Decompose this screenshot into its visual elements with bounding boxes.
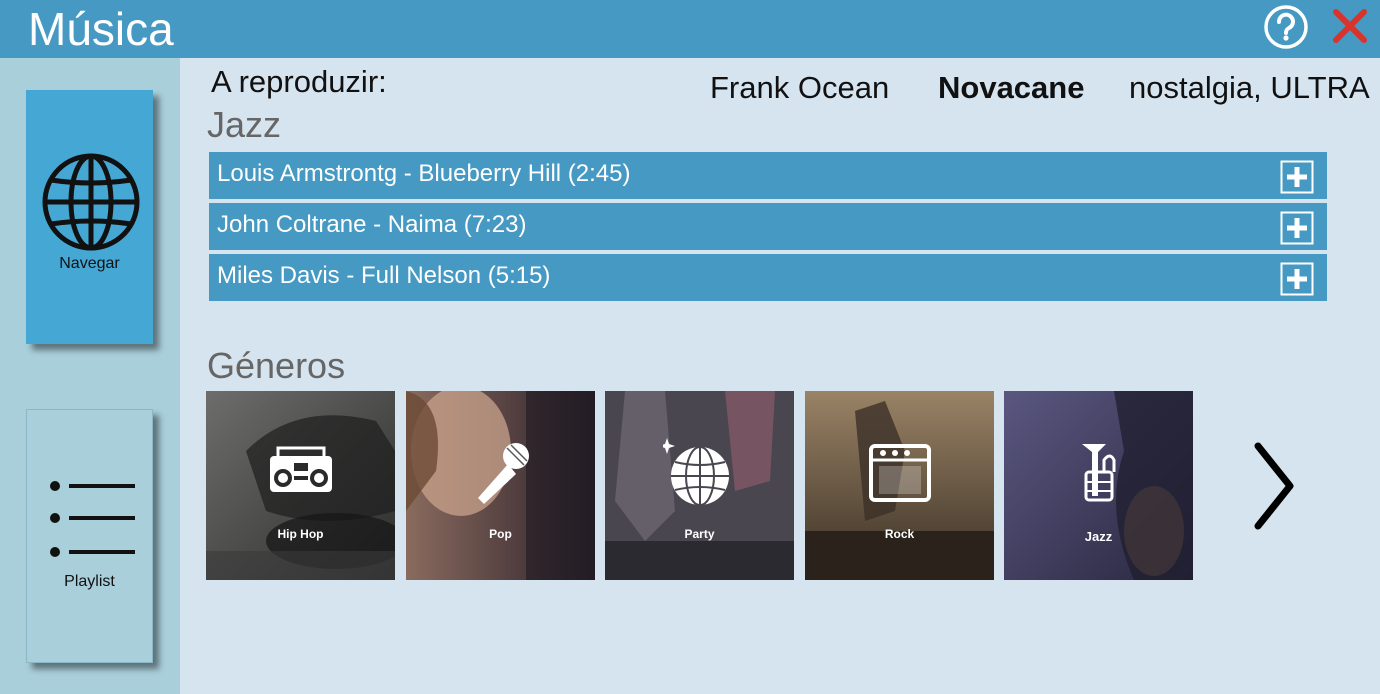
app-title: Música bbox=[28, 3, 174, 55]
add-song-button[interactable] bbox=[1280, 262, 1314, 296]
playlist-button[interactable]: Playlist bbox=[26, 409, 153, 663]
close-icon bbox=[1333, 9, 1367, 43]
song-label: John Coltrane - Naima (7:23) bbox=[217, 211, 527, 238]
chevron-right-icon bbox=[1254, 442, 1294, 530]
genre-tile-hip-hop[interactable]: Hip Hop bbox=[206, 391, 395, 580]
song-label: Louis Armstrontg - Blueberry Hill (2:45) bbox=[217, 160, 631, 187]
add-song-button[interactable] bbox=[1280, 211, 1314, 245]
genres-section-title: Géneros bbox=[207, 345, 346, 386]
saxophone-icon bbox=[1082, 444, 1116, 502]
song-row[interactable]: John Coltrane - Naima (7:23) bbox=[209, 203, 1327, 250]
globe-icon bbox=[42, 153, 140, 251]
song-row[interactable]: Miles Davis - Full Nelson (5:15) bbox=[209, 254, 1327, 301]
genre-tile-rock[interactable]: Rock bbox=[805, 391, 994, 580]
genre-tile-jazz[interactable]: Jazz bbox=[1004, 391, 1193, 580]
genres-next-button[interactable] bbox=[1250, 440, 1298, 532]
song-row[interactable]: Louis Armstrontg - Blueberry Hill (2:45) bbox=[209, 152, 1327, 199]
plus-icon bbox=[1280, 211, 1314, 245]
genre-tile-party[interactable]: Party bbox=[605, 391, 794, 580]
plus-icon bbox=[1280, 160, 1314, 194]
plus-icon bbox=[1280, 262, 1314, 296]
now-playing-label: A reproduzir: bbox=[211, 64, 387, 99]
now-playing-artist: Frank Ocean bbox=[710, 70, 890, 105]
navegar-label: Navegar bbox=[59, 255, 120, 272]
title-bar: Música bbox=[0, 0, 1380, 58]
playlist-label: Playlist bbox=[64, 573, 115, 590]
disco-ball-icon bbox=[663, 438, 729, 506]
list-icon bbox=[50, 481, 135, 557]
sidebar: Navegar Playlist bbox=[0, 58, 180, 694]
microphone-icon bbox=[478, 443, 529, 504]
now-playing-track: Novacane bbox=[938, 70, 1085, 105]
amplifier-icon bbox=[869, 444, 931, 502]
close-button[interactable] bbox=[1330, 6, 1370, 46]
boombox-icon bbox=[270, 446, 332, 492]
add-song-button[interactable] bbox=[1280, 160, 1314, 194]
genre-tile-pop[interactable]: Pop bbox=[406, 391, 595, 580]
help-circle-icon bbox=[1264, 5, 1308, 49]
genre-label: Jazz bbox=[1084, 529, 1113, 544]
genre-label: Hip Hop bbox=[277, 527, 324, 541]
genre-label: Rock bbox=[884, 527, 915, 541]
genre-label: Pop bbox=[489, 527, 512, 541]
navegar-button[interactable]: Navegar bbox=[26, 90, 153, 344]
genre-label: Party bbox=[684, 527, 715, 541]
help-button[interactable] bbox=[1263, 4, 1309, 50]
now-playing-album: nostalgia, ULTRA bbox=[1129, 70, 1370, 105]
song-label: Miles Davis - Full Nelson (5:15) bbox=[217, 262, 551, 289]
jazz-section-title: Jazz bbox=[207, 104, 282, 145]
